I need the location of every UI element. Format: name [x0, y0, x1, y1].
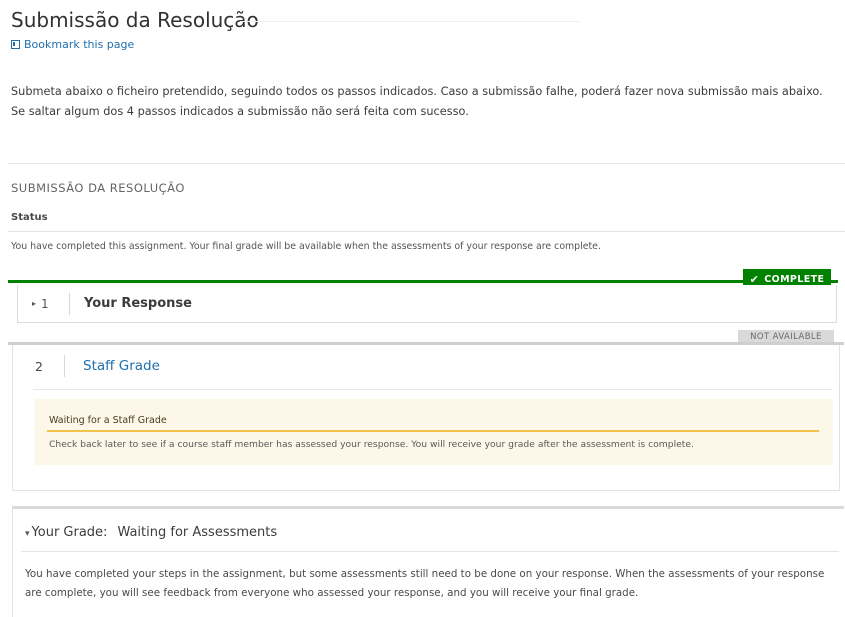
- check-icon: ✔: [749, 272, 760, 286]
- status-label: Status: [11, 212, 48, 223]
- waiting-text: Check back later to see if a course staf…: [49, 439, 694, 450]
- step-staff-grade: 2 Staff Grade Waiting for a Staff Grade …: [12, 345, 840, 491]
- bookmark-link[interactable]: Bookmark this page: [11, 38, 134, 51]
- page-title: Submissão da Resolução: [11, 8, 259, 32]
- title-divider: [240, 21, 580, 22]
- grade-divider: [21, 551, 839, 552]
- grade-label: Your Grade:: [31, 525, 108, 540]
- status-text: You have completed this assignment. Your…: [11, 241, 601, 252]
- grade-text: You have completed your steps in the ass…: [25, 568, 825, 599]
- step-header[interactable]: 2 Staff Grade: [21, 355, 160, 377]
- complete-badge-label: COMPLETE: [764, 273, 825, 285]
- grade-status: Waiting for Assessments: [117, 525, 278, 540]
- intro-line-2: Se saltar algum dos 4 passos indicados a…: [11, 105, 469, 118]
- complete-progress-line: [8, 280, 838, 283]
- intro-line-1: Submeta abaixo o ficheiro pretendido, se…: [11, 85, 823, 98]
- grade-header[interactable]: ▾ Your Grade: Waiting for Assessments: [25, 525, 277, 540]
- step-your-response[interactable]: ▸ 1 Your Response: [17, 285, 837, 323]
- status-divider: [8, 231, 845, 232]
- grade-section: ▾ Your Grade: Waiting for Assessments You…: [12, 506, 844, 617]
- waiting-title: Waiting for a Staff Grade: [49, 415, 167, 426]
- waiting-message: Waiting for a Staff Grade Check back lat…: [35, 399, 833, 465]
- intro-text: Submeta abaixo o ficheiro pretendido, se…: [11, 82, 841, 122]
- step-number: 2: [21, 355, 65, 377]
- caret-right-icon: ▸: [32, 299, 37, 308]
- caret-down-icon: ▾: [25, 529, 30, 539]
- section-divider: [8, 163, 845, 164]
- step-divider: [33, 389, 833, 390]
- grade-label-group: ▾ Your Grade:: [25, 525, 107, 540]
- bookmark-label: Bookmark this page: [24, 38, 135, 51]
- step-title: Your Response: [84, 296, 192, 311]
- step-title: Staff Grade: [83, 358, 160, 374]
- section-heading: SUBMISSÃO DA RESOLUÇÃO: [11, 181, 185, 195]
- bookmark-icon: [11, 40, 20, 49]
- waiting-accent-rule: [47, 430, 819, 432]
- step-number: ▸ 1: [18, 292, 70, 315]
